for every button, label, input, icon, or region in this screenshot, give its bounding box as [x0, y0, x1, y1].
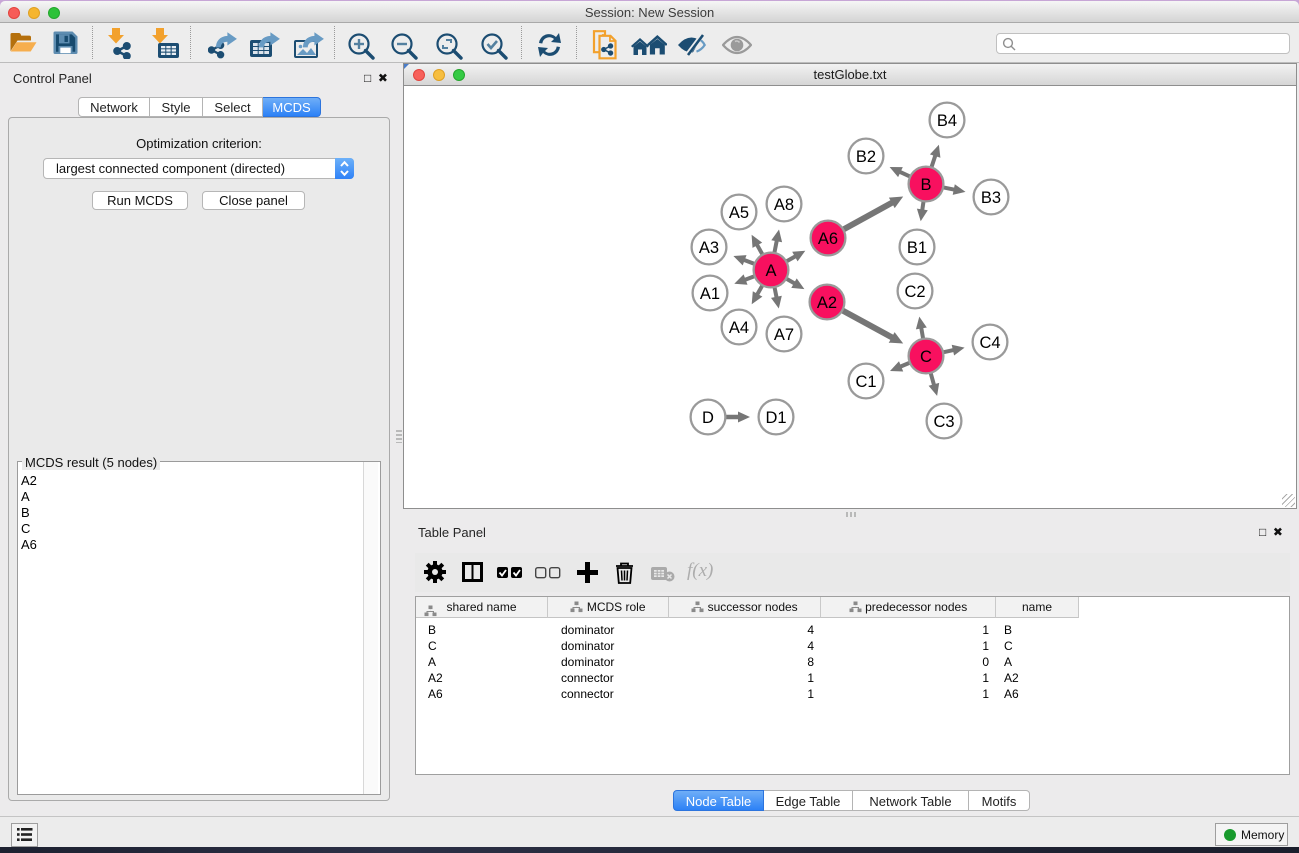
svg-text:C1: C1 — [855, 373, 876, 391]
svg-text:A4: A4 — [729, 319, 749, 337]
svg-text:A2: A2 — [817, 294, 837, 312]
svg-text:A: A — [765, 262, 776, 280]
svg-text:D1: D1 — [765, 409, 786, 427]
svg-text:C2: C2 — [904, 283, 925, 301]
svg-text:D: D — [702, 409, 714, 427]
svg-text:B2: B2 — [856, 148, 876, 166]
svg-text:A6: A6 — [818, 230, 838, 248]
svg-text:A7: A7 — [774, 326, 794, 344]
svg-text:B1: B1 — [907, 239, 927, 257]
svg-text:A5: A5 — [729, 204, 749, 222]
svg-text:B: B — [920, 176, 931, 194]
svg-text:B3: B3 — [981, 189, 1001, 207]
svg-text:C: C — [920, 348, 932, 366]
svg-text:A1: A1 — [700, 285, 720, 303]
svg-text:B4: B4 — [937, 112, 957, 130]
svg-text:C4: C4 — [979, 334, 1000, 352]
svg-text:A8: A8 — [774, 196, 794, 214]
svg-text:A3: A3 — [699, 239, 719, 257]
svg-text:C3: C3 — [933, 413, 954, 431]
